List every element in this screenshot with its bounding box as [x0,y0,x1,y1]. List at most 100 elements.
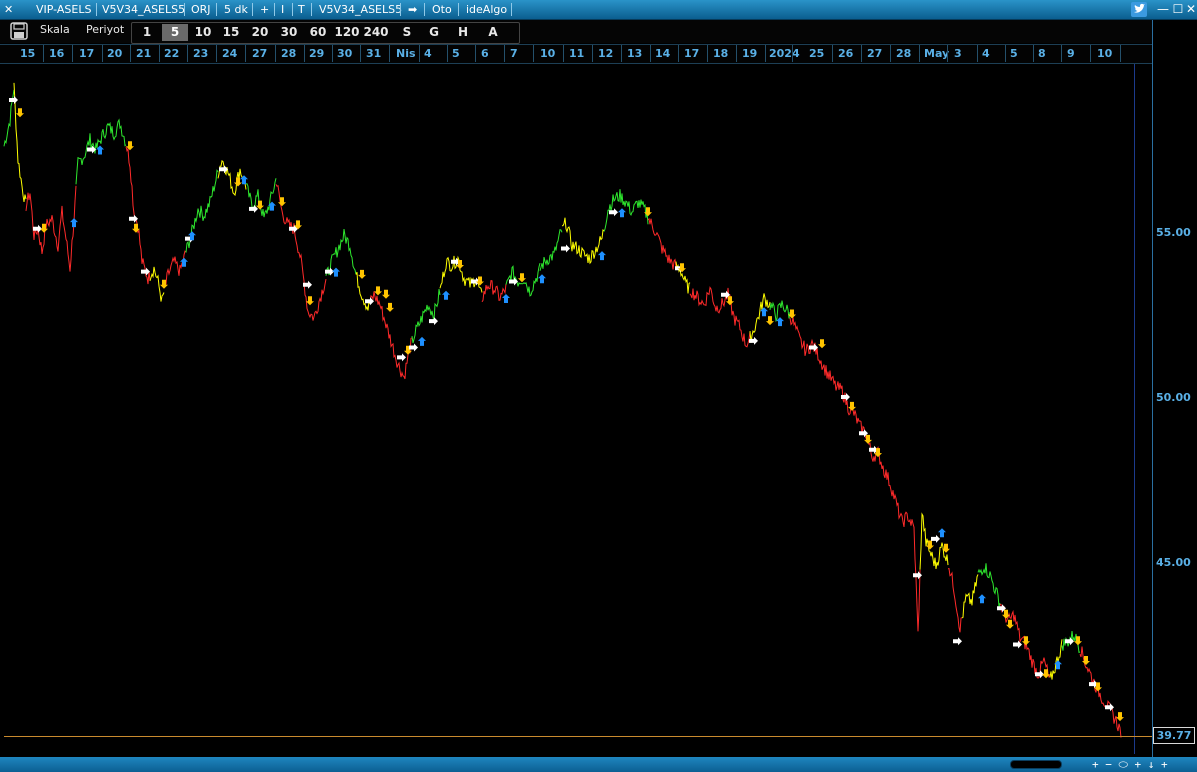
date-tick-label: 26 [838,47,854,60]
date-tick-divider [360,45,361,62]
signal-arrow-down-32 [386,302,394,312]
interval-button[interactable]: 5 dk [224,2,248,17]
date-tick-label: 21 [136,47,152,60]
period-button-15[interactable]: 15 [218,24,244,41]
price-label: 50.00 [1156,391,1191,404]
date-tick-label: 14 [655,47,671,60]
date-tick-divider [389,45,390,62]
date-tick-label: 7 [510,47,518,60]
signal-arrow-down-1 [16,108,24,118]
date-tick-label: 4 [424,47,432,60]
auto-button[interactable]: Oto [432,2,452,17]
date-tick-divider [1005,45,1006,62]
cursor-tool-button[interactable]: I [281,2,284,17]
add-button[interactable]: + [260,2,269,17]
date-tick-label: 2024 [769,47,800,60]
signal-arrow-up-48 [598,251,606,261]
signal-arrow-up-46 [538,274,546,284]
signal-arrow-down-31 [382,289,390,299]
date-tick-label: 19 [742,47,758,60]
symbol-tab[interactable]: VIP-ASELS [36,2,91,17]
divider [400,3,401,16]
date-tick-divider [792,45,793,62]
orj-button[interactable]: ORJ [191,2,211,17]
price-series-segment-21 [647,217,677,270]
period-button-60[interactable]: 60 [305,24,331,41]
twitter-icon[interactable] [1131,2,1147,17]
price-series-segment-26 [789,317,921,632]
date-tick-label: 12 [598,47,614,60]
date-tick-divider [1061,45,1062,62]
date-tick-divider [447,45,448,62]
divider [458,3,459,16]
date-tick-divider [621,45,622,62]
date-tick-label: Nis [396,47,416,60]
close-chart-icon[interactable]: ✕ [4,2,13,17]
date-tick-label: 22 [164,47,180,60]
date-tick-divider [1120,45,1121,62]
price-series-segment-32 [1049,639,1063,680]
price-series-segment-9 [245,178,277,218]
save-icon[interactable] [10,22,28,40]
period-button-g[interactable]: G [421,24,447,41]
signal-arrow-up-75 [978,594,986,604]
date-tick-divider [419,45,420,62]
date-tick-label: 29 [309,47,325,60]
price-series-segment-18 [539,229,563,271]
zoom-controls[interactable]: + − ⬭ + ↓ + [1092,757,1168,772]
date-tick-divider [187,45,188,62]
date-tick-divider [919,45,920,62]
minimize-button[interactable]: — [1155,2,1171,17]
divider [96,3,97,16]
price-label: 45.00 [1156,556,1191,569]
date-tick-divider [72,45,73,62]
price-chart[interactable] [0,64,1152,754]
divider [511,3,512,16]
period-button-s[interactable]: S [394,24,420,41]
date-tick-label: 9 [1067,47,1075,60]
price-label: 55.00 [1156,226,1191,239]
period-button-h[interactable]: H [450,24,476,41]
period-button-20[interactable]: 20 [247,24,273,41]
scale-button[interactable]: Skala [40,23,70,36]
date-tick-divider [130,45,131,62]
date-tick-divider [977,45,978,62]
period-button-240[interactable]: 240 [363,24,389,41]
price-axis[interactable] [1152,20,1197,757]
period-button-1[interactable]: 1 [134,24,160,41]
period-button-30[interactable]: 30 [276,24,302,41]
system-name-tab[interactable]: V5V34_ASELS5 [102,2,185,17]
date-tick-label: 25 [809,47,825,60]
period-button-5[interactable]: 5 [162,24,188,41]
signal-arrow-right-69 [913,571,922,580]
signal-arrow-right-74 [953,637,962,646]
signal-arrow-right-47 [561,244,570,253]
date-tick-divider [832,45,833,62]
divider [216,3,217,16]
price-series-segment-27 [919,512,949,570]
price-series-segment-16 [481,280,507,303]
date-tick-label: 15 [20,47,36,60]
cursor-vertical-line [1134,64,1135,754]
system-tab[interactable]: V5V34_ASELS5 [319,2,402,17]
date-tick-divider [592,45,593,62]
signal-arrow-down-58 [766,316,774,326]
price-series-segment-6 [163,250,187,288]
signal-arrow-down-62 [818,339,826,349]
close-button[interactable]: ✕ [1183,2,1197,17]
signal-arrow-down-11 [160,279,168,289]
divider [184,3,185,16]
text-tool-button[interactable]: T [298,2,305,17]
horizontal-scrollbar[interactable] [1010,760,1062,769]
signal-arrow-down-78 [1006,619,1014,629]
date-tick-label: 13 [627,47,643,60]
period-button-120[interactable]: 120 [334,24,360,41]
period-button-a[interactable]: A [480,24,506,41]
date-tick-label: 16 [49,47,65,60]
date-tick-divider [947,45,948,62]
idealgo-button[interactable]: ideAlgo [466,2,507,17]
period-button-10[interactable]: 10 [190,24,216,41]
date-tick-divider [275,45,276,62]
arrow-right-icon[interactable]: ➡ [408,2,417,17]
signal-arrow-up-72 [938,528,946,538]
